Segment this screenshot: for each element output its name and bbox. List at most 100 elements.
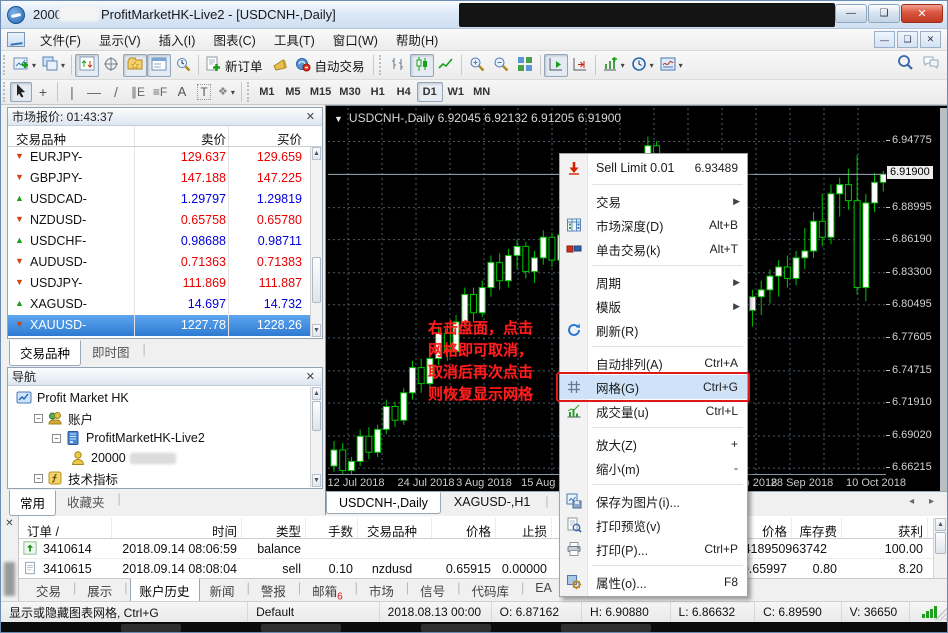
navigator-item-user[interactable]: 20000 (8, 448, 322, 468)
periods-button[interactable]: ▾ (628, 54, 657, 77)
terminal-tab-5[interactable]: 警报 (252, 579, 295, 602)
chat-icon[interactable] (923, 54, 939, 73)
context-menu-item[interactable]: 打印(P)...Ctrl+P (560, 537, 747, 561)
navigator-toggle[interactable] (123, 54, 147, 77)
col-symbol[interactable]: 交易品种 (16, 129, 66, 148)
context-menu-item[interactable]: Sell Limit 0.016.93489 (560, 156, 747, 180)
resize-grip[interactable] (935, 608, 947, 620)
timeframe-m15[interactable]: M15 (306, 82, 335, 102)
terminal-column-订单 /[interactable]: 订单 / (27, 521, 107, 540)
scroll-down-icon[interactable]: ▼ (312, 324, 321, 337)
scroll-down-icon[interactable]: ▼ (312, 474, 321, 487)
expand-icon[interactable]: − (52, 434, 61, 443)
context-menu-item[interactable]: 打印预览(v) (560, 513, 747, 537)
context-menu-item[interactable]: 缩小(m)- (560, 456, 747, 480)
market-watch-row[interactable]: ▼NZDUSD-0.657580.65780 (8, 210, 322, 231)
market-watch-scrollbar[interactable]: ▲ ▼ (310, 147, 322, 337)
timeframe-mn[interactable]: MN (469, 82, 495, 102)
close-button[interactable]: ✕ (901, 4, 943, 23)
terminal-tab-9[interactable]: 代码库 (462, 579, 518, 602)
market-watch-row[interactable]: ▼USDJPY-111.869111.887 (8, 273, 322, 294)
market-watch-row[interactable]: ▲XAGUSD-14.69714.732 (8, 294, 322, 315)
context-menu-item[interactable]: 放大(Z)+ (560, 432, 747, 456)
context-menu-item[interactable]: 周期▶ (560, 270, 747, 294)
terminal-toggle[interactable] (147, 54, 171, 77)
vline-tool[interactable]: | (61, 82, 83, 102)
terminal-scrollbar[interactable]: ▲ (933, 518, 947, 578)
navigator-tab-2[interactable]: 收藏夹 (57, 490, 115, 514)
mdi-close-button[interactable]: ✕ (920, 31, 941, 48)
minimize-button[interactable]: — (835, 4, 867, 23)
channel-tool[interactable]: ∥E (127, 82, 149, 102)
navigator-tab-1[interactable]: 常用 (9, 490, 56, 516)
terminal-row[interactable]: 34106142018.09.14 08:06:59balance1241895… (19, 539, 948, 559)
navigator-scrollbar[interactable]: ▲ ▼ (310, 387, 322, 487)
market-watch-toggle[interactable] (75, 54, 99, 77)
terminal-tab-10[interactable]: EA (526, 579, 561, 597)
col-buy[interactable]: 买价 (230, 129, 302, 148)
autotrade-button[interactable]: 自动交易 (292, 54, 370, 77)
context-menu-item[interactable]: 成交量(u)Ctrl+L (560, 399, 747, 423)
new-chart-button[interactable]: ▾ (10, 54, 39, 77)
templates-button[interactable]: ▾ (657, 54, 686, 77)
timeframe-m1[interactable]: M1 (254, 82, 280, 102)
market-watch-row[interactable]: ▼AUDUSD-0.713630.71383 (8, 252, 322, 273)
menu-item-W[interactable]: 窗口(W) (324, 27, 387, 52)
line-chart-button[interactable] (434, 54, 458, 77)
market-watch-row[interactable]: ▼GBPJPY-147.188147.225 (8, 168, 322, 189)
menu-item-F[interactable]: 文件(F) (31, 27, 90, 52)
timeframe-d1[interactable]: D1 (417, 82, 443, 102)
market-watch-row[interactable]: ▼EURJPY-129.637129.659 (8, 147, 322, 168)
context-menu-item[interactable]: 保存为图片(i)... (560, 489, 747, 513)
menu-item-V[interactable]: 显示(V) (90, 27, 150, 52)
terminal-tab-8[interactable]: 信号 (411, 579, 454, 602)
terminal-column-止损[interactable]: 止损 (495, 521, 547, 540)
new-order-button[interactable]: 新订单 (202, 54, 268, 77)
context-menu-item[interactable]: 单击交易(k)Alt+T (560, 237, 747, 261)
bar-chart-button[interactable] (386, 54, 410, 77)
terminal-row[interactable]: 34106152018.09.14 08:08:04sell0.10nzdusd… (19, 559, 948, 578)
terminal-tab-2[interactable]: 展示 (78, 579, 121, 602)
auto-scroll-button[interactable] (544, 54, 568, 77)
cursor-tool[interactable] (10, 82, 32, 102)
scroll-up-icon[interactable]: ▲ (935, 518, 946, 531)
scroll-up-icon[interactable]: ▲ (312, 147, 321, 160)
profiles-button[interactable]: ▾ (39, 54, 68, 77)
close-icon[interactable]: ✕ (303, 110, 318, 123)
chart-shift-button[interactable] (568, 54, 592, 77)
close-icon[interactable]: ✕ (1, 516, 18, 529)
search-icon[interactable] (897, 54, 913, 73)
tab-scroll-arrows[interactable]: ◂ ▸ (901, 492, 948, 511)
menu-item-C[interactable]: 图表(C) (204, 27, 264, 52)
terminal-column-时间[interactable]: 时间 (111, 521, 237, 540)
col-sell[interactable]: 卖价 (138, 129, 226, 148)
chart-tab-1[interactable]: USDCNH-,Daily (326, 492, 441, 514)
mdi-restore-button[interactable]: ❑ (897, 31, 918, 48)
terminal-column-库存费[interactable]: 库存费 (791, 521, 837, 540)
label-tool[interactable]: T (193, 82, 215, 102)
context-menu-item[interactable]: 模版▶ (560, 294, 747, 318)
context-menu-item[interactable]: 刷新(R) (560, 318, 747, 342)
zoom-in-button[interactable] (465, 54, 489, 77)
text-tool[interactable]: A (171, 82, 193, 102)
navigator-item-accounts[interactable]: −账户 (8, 408, 322, 428)
tile-windows-button[interactable] (513, 54, 537, 77)
terminal-column-类型[interactable]: 类型 (241, 521, 301, 540)
terminal-column-交易品种[interactable]: 交易品种 (357, 521, 427, 540)
context-menu-item[interactable]: 交易▶ (560, 189, 747, 213)
strategy-tester-button[interactable] (171, 54, 195, 77)
status-template[interactable]: Default (248, 602, 380, 622)
mdi-minimize-button[interactable]: — (874, 31, 895, 48)
context-menu-item[interactable]: 自动排列(A)Ctrl+A (560, 351, 747, 375)
menu-item-I[interactable]: 插入(I) (150, 27, 205, 52)
one-click-trading-icon[interactable]: ▼ (334, 114, 343, 124)
terminal-tab-4[interactable]: 新闻 (201, 579, 244, 602)
menu-item-T[interactable]: 工具(T) (265, 27, 324, 52)
market-watch-row[interactable]: ▼XAUUSD-1227.781228.26 (8, 315, 322, 336)
megaphone-button[interactable] (268, 54, 292, 77)
restore-button[interactable]: ❑ (868, 4, 900, 23)
chart-tab-2[interactable]: XAGUSD-,H1 (442, 492, 542, 512)
shapes-tool[interactable]: ❖▾ (215, 82, 238, 102)
terminal-column-获利[interactable]: 获利 (841, 521, 923, 540)
market-watch-tab-1[interactable]: 交易品种 (9, 340, 81, 366)
